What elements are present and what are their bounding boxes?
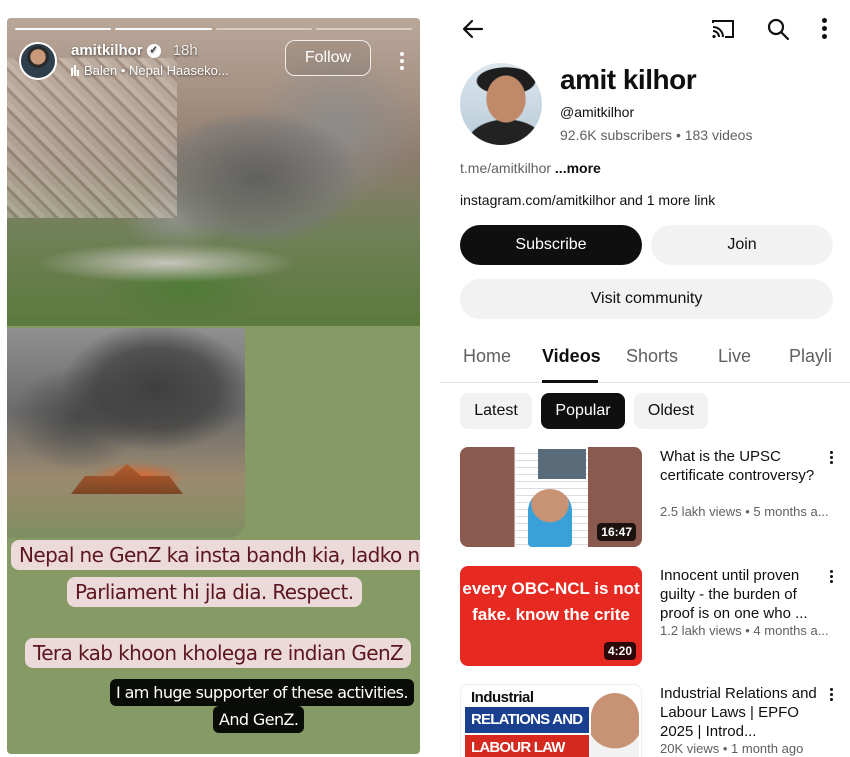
music-bars-icon [71, 65, 79, 76]
video-duration: 16:47 [597, 523, 636, 541]
channel-stats: 92.6K subscribers • 183 videos [560, 127, 753, 143]
avatar[interactable] [19, 42, 57, 80]
video-thumbnail[interactable]: Industrial RELATIONS AND LABOUR LAW [460, 684, 642, 757]
caption-line-2: Parliament hi jla dia. Respect. [67, 577, 362, 607]
tab-home[interactable]: Home [463, 346, 511, 367]
progress-segment [15, 28, 112, 30]
more-vert-icon[interactable] [822, 18, 828, 39]
caption-line-3: Tera kab khoon kholega re indian GenZ [25, 638, 412, 668]
chip-popular[interactable]: Popular [541, 393, 625, 429]
channel-avatar[interactable] [460, 63, 542, 145]
story-header: amitkilhor ✓ 18h Balen • Nepal Haaseko..… [19, 40, 408, 82]
tab-videos[interactable]: Videos [542, 346, 601, 367]
video-meta: 2.5 lakh views • 5 months a... [660, 504, 829, 519]
video-thumbnail[interactable]: 16:47 [460, 447, 642, 547]
thumbnail-text: Industrial [471, 689, 534, 706]
visit-community-button[interactable]: Visit community [460, 279, 833, 319]
progress-segment [115, 28, 212, 30]
thumbnail-person [591, 693, 639, 757]
chip-latest[interactable]: Latest [460, 393, 532, 429]
video-item[interactable]: 16:47 What is the UPSC certificate contr… [460, 447, 850, 547]
caption-line-4a: I am huge supporter of these activities. [110, 679, 414, 706]
more-options-icon[interactable] [400, 52, 404, 70]
video-more-icon[interactable] [830, 451, 833, 464]
active-tab-indicator [542, 380, 598, 383]
video-meta: 20K views • 1 month ago [660, 741, 804, 756]
caption-line-4b: And GenZ. [213, 706, 305, 733]
channel-links[interactable]: instagram.com/amitkilhor and 1 more link [460, 192, 715, 208]
video-thumbnail[interactable]: every OBC-NCL is not fake. know the crit… [460, 566, 642, 666]
video-more-icon[interactable] [830, 688, 833, 701]
video-meta: 1.2 lakh views • 4 months a... [660, 623, 829, 638]
channel-name: amit kilhor [560, 64, 697, 95]
top-app-bar [440, 14, 850, 44]
search-icon[interactable] [766, 17, 790, 41]
video-item[interactable]: Industrial RELATIONS AND LABOUR LAW Indu… [460, 684, 850, 757]
screenshot-frame: amitkilhor ✓ 18h Balen • Nepal Haaseko..… [0, 0, 850, 757]
thumbnail-text: RELATIONS AND [465, 707, 589, 733]
progress-segment [215, 28, 312, 30]
caption-line-1: Nepal ne GenZ ka insta bandh kia, ladko … [11, 540, 420, 570]
instagram-story[interactable]: amitkilhor ✓ 18h Balen • Nepal Haaseko..… [7, 18, 420, 754]
back-arrow-icon[interactable] [460, 16, 486, 42]
verified-badge-icon: ✓ [146, 43, 161, 58]
username-text: amitkilhor [71, 42, 143, 59]
subscribe-button[interactable]: Subscribe [460, 225, 642, 265]
progress-segment [315, 28, 412, 30]
description-link: t.me/amitkilhor [460, 160, 552, 176]
chip-oldest[interactable]: Oldest [634, 393, 708, 429]
city-buildings [7, 58, 177, 218]
channel-handle: @amitkilhor [560, 104, 635, 120]
join-button[interactable]: Join [651, 225, 833, 265]
story-music[interactable]: Balen • Nepal Haaseko... [71, 63, 229, 78]
video-title[interactable]: What is the UPSC certificate controversy… [660, 447, 835, 485]
thumbnail-person [528, 489, 572, 547]
youtube-channel-page: amit kilhor @amitkilhor 92.6K subscriber… [440, 0, 850, 757]
thumbnail-photo [538, 449, 586, 479]
follow-button[interactable]: Follow [285, 40, 371, 76]
tab-live[interactable]: Live [718, 346, 751, 367]
video-duration: 4:20 [603, 642, 636, 660]
tab-shorts[interactable]: Shorts [626, 346, 678, 367]
video-item[interactable]: every OBC-NCL is not fake. know the crit… [460, 566, 850, 666]
music-title: Balen • Nepal Haaseko... [84, 63, 229, 78]
video-title[interactable]: Industrial Relations and Labour Laws | E… [660, 684, 835, 741]
video-title[interactable]: Innocent until proven guilty - the burde… [660, 566, 835, 623]
burning-building-photo [7, 328, 245, 538]
channel-tabs: Home Videos Shorts Live Playli [440, 336, 850, 383]
story-progress [15, 28, 412, 30]
crowd [37, 243, 297, 283]
cast-icon[interactable] [710, 17, 736, 41]
video-more-icon[interactable] [830, 570, 833, 583]
building-roof [71, 464, 183, 494]
description-more[interactable]: ...more [555, 160, 601, 176]
story-username[interactable]: amitkilhor ✓ 18h [71, 42, 198, 59]
channel-description[interactable]: t.me/amitkilhor ...more [460, 160, 601, 176]
story-timestamp: 18h [172, 42, 198, 59]
thumbnail-text: LABOUR LAW [465, 735, 589, 757]
thumbnail-text: every OBC-NCL is not fake. know the crit… [462, 579, 640, 624]
tab-playlists[interactable]: Playli [789, 346, 832, 367]
